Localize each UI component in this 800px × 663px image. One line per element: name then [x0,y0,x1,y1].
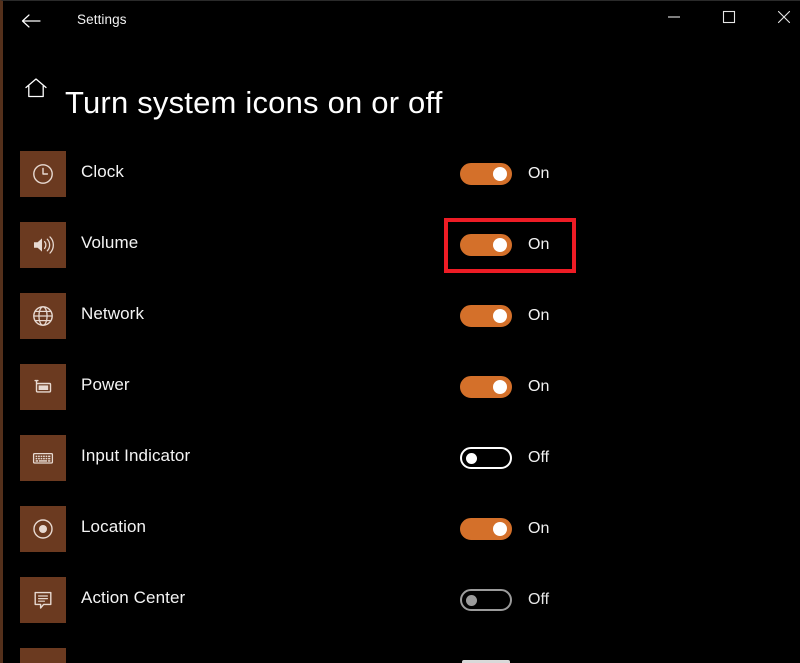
setting-label: Action Center [81,588,185,608]
setting-row-network: Network On [3,293,800,364]
toggle-state-label: On [528,378,549,396]
maximize-icon [722,10,736,24]
toggle-knob [466,595,477,606]
toggle-knob [493,167,507,181]
close-icon [777,10,791,24]
settings-window: Settings [0,0,800,663]
close-button[interactable] [761,1,800,32]
toggle-state-label: On [528,236,549,254]
input-indicator-icon-tile [20,435,66,481]
toggle-knob [493,380,507,394]
location-icon-tile [20,506,66,552]
setting-label: Clock [81,162,124,182]
system-icons-list: Clock On Volume [3,151,800,648]
volume-icon-tile [20,222,66,268]
minimize-button[interactable] [651,1,697,32]
page-title: Turn system icons on or off [65,85,443,121]
setting-row-action-center: Action Center Off [3,577,800,648]
volume-toggle[interactable]: On [460,234,590,260]
setting-row-volume: Volume On [3,222,800,293]
partial-setting-row-icon-tile [20,648,66,663]
location-target-icon [30,516,56,542]
toggle-knob [466,453,477,464]
action-center-icon [30,587,56,613]
setting-label: Input Indicator [81,446,190,466]
setting-row-location: Location On [3,506,800,577]
toggle-track[interactable] [460,305,512,327]
toggle-state-label: Off [528,591,549,609]
action-center-icon-tile [20,577,66,623]
action-center-toggle[interactable]: Off [460,589,590,615]
maximize-button[interactable] [706,1,752,32]
title-bar: Settings [3,1,800,41]
toggle-knob [493,238,507,252]
toggle-track[interactable] [460,234,512,256]
clock-icon [30,161,56,187]
toggle-track[interactable] [460,447,512,469]
speaker-volume-icon [30,232,56,258]
minimize-icon [667,11,681,23]
toggle-track[interactable] [460,518,512,540]
home-icon[interactable] [23,75,49,101]
network-toggle[interactable]: On [460,305,590,331]
power-icon-tile [20,364,66,410]
keyboard-icon [30,445,56,471]
setting-label: Location [81,517,146,537]
input-indicator-toggle[interactable]: Off [460,447,590,473]
battery-power-icon [30,374,56,400]
setting-label: Power [81,375,130,395]
toggle-knob [493,522,507,536]
back-button[interactable] [11,4,51,38]
setting-row-clock: Clock On [3,151,800,222]
toggle-state-label: Off [528,449,549,467]
toggle-knob [493,309,507,323]
setting-label: Volume [81,233,138,253]
network-icon-tile [20,293,66,339]
setting-row-input-indicator: Input Indicator Off [3,435,800,506]
power-toggle[interactable]: On [460,376,590,402]
setting-label: Network [81,304,144,324]
clock-toggle[interactable]: On [460,163,590,189]
toggle-state-label: On [528,307,549,325]
clock-icon-tile [20,151,66,197]
toggle-track[interactable] [460,589,512,611]
location-toggle[interactable]: On [460,518,590,544]
setting-row-power: Power On [3,364,800,435]
app-title: Settings [77,12,127,27]
toggle-track[interactable] [460,376,512,398]
globe-network-icon [30,303,56,329]
toggle-state-label: On [528,520,549,538]
toggle-track[interactable] [460,163,512,185]
toggle-state-label: On [528,165,549,183]
back-arrow-icon [20,12,42,30]
